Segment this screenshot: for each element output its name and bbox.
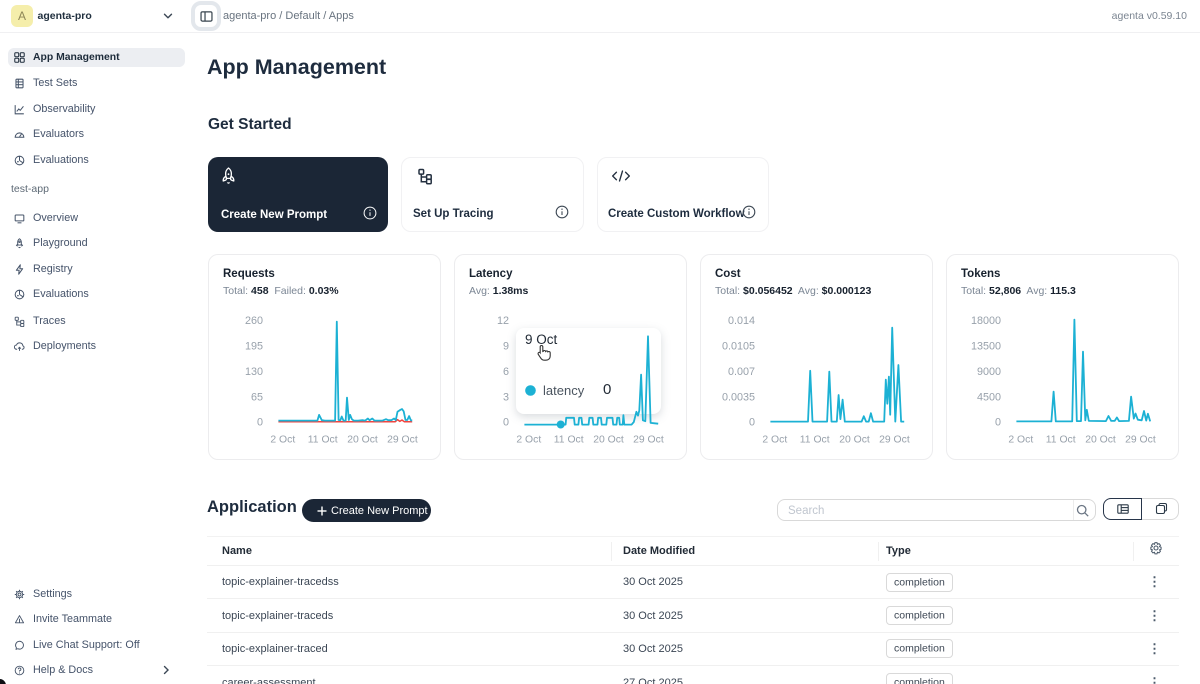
svg-text:0.0035: 0.0035 xyxy=(722,391,755,403)
svg-text:18000: 18000 xyxy=(971,315,1001,327)
svg-text:0: 0 xyxy=(995,417,1001,429)
svg-text:29 Oct: 29 Oct xyxy=(879,435,910,446)
svg-text:11 Oct: 11 Oct xyxy=(554,435,584,446)
svg-text:0.007: 0.007 xyxy=(728,366,755,378)
svg-text:2 Oct: 2 Oct xyxy=(762,435,787,446)
svg-text:29 Oct: 29 Oct xyxy=(633,435,664,446)
svg-text:20 Oct: 20 Oct xyxy=(839,435,870,446)
svg-text:9: 9 xyxy=(503,340,509,352)
svg-text:260: 260 xyxy=(245,315,263,327)
svg-text:9000: 9000 xyxy=(977,366,1001,378)
svg-text:195: 195 xyxy=(245,340,263,352)
svg-text:20 Oct: 20 Oct xyxy=(1085,435,1116,446)
svg-text:0.0105: 0.0105 xyxy=(722,340,755,352)
svg-text:2 Oct: 2 Oct xyxy=(1008,435,1033,446)
svg-text:0: 0 xyxy=(257,417,263,429)
svg-text:0: 0 xyxy=(749,417,755,429)
svg-text:20 Oct: 20 Oct xyxy=(347,435,378,446)
svg-text:2 Oct: 2 Oct xyxy=(270,435,295,446)
svg-text:12: 12 xyxy=(497,315,509,327)
svg-text:0.014: 0.014 xyxy=(728,315,755,327)
svg-text:65: 65 xyxy=(251,391,263,403)
svg-text:0: 0 xyxy=(503,417,509,429)
svg-text:2 Oct: 2 Oct xyxy=(516,435,541,446)
svg-text:6: 6 xyxy=(503,366,509,378)
svg-text:20 Oct: 20 Oct xyxy=(593,435,624,446)
svg-text:11 Oct: 11 Oct xyxy=(308,435,338,446)
svg-text:29 Oct: 29 Oct xyxy=(387,435,418,446)
svg-text:11 Oct: 11 Oct xyxy=(800,435,830,446)
svg-text:130: 130 xyxy=(245,366,263,378)
svg-text:11 Oct: 11 Oct xyxy=(1046,435,1076,446)
svg-text:4500: 4500 xyxy=(977,391,1001,403)
svg-text:29 Oct: 29 Oct xyxy=(1125,435,1156,446)
svg-text:3: 3 xyxy=(503,391,509,403)
svg-text:13500: 13500 xyxy=(971,340,1001,352)
